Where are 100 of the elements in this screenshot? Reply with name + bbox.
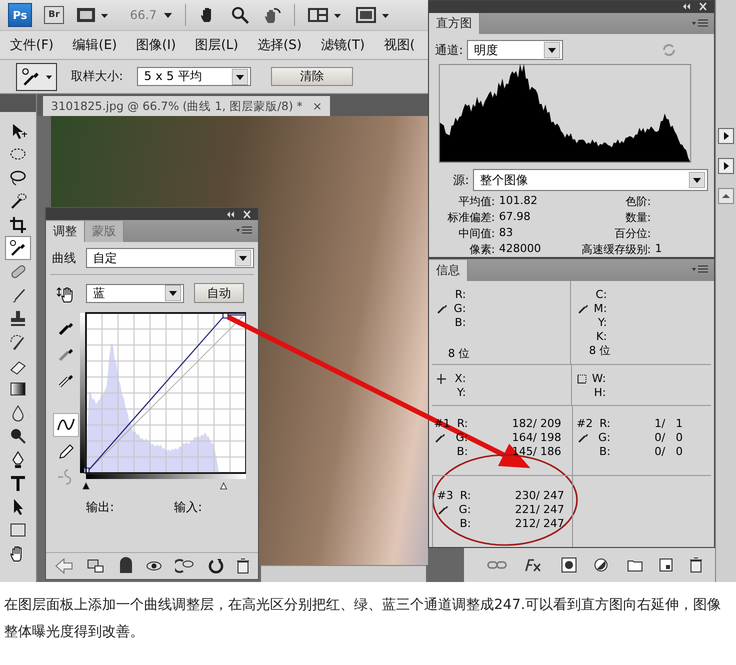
stat-label: 标准偏差: [446,210,495,225]
stat-label: 百分位: [613,226,651,241]
menu-item[interactable]: 选择(S) [257,36,302,54]
sample-value: 164/ 198 [512,430,562,444]
eyedropper-icon [436,302,448,314]
stat-value: 67.98 [498,210,532,225]
stat-label: 中间值: [457,226,495,241]
curve-icon[interactable] [54,414,78,436]
channel-dropdown[interactable]: 蓝 [86,284,184,302]
channel-label: G: [452,302,466,314]
sample-value: 230/ 247 [515,488,564,502]
sample-value: 212/ 247 [515,516,564,530]
sample-value: 221/ 247 [515,502,564,516]
menu-item[interactable]: 图像(I) [136,36,176,54]
eyedropper-icon [577,302,589,314]
folder-icon[interactable] [627,558,643,572]
reset-icon[interactable] [208,558,224,574]
menu-icon[interactable] [236,226,252,236]
output-label: 输出: [86,499,114,516]
selection-size-icon [576,372,588,384]
search-icon[interactable] [230,5,250,25]
layout-icon[interactable] [306,6,343,24]
caret-icon [165,285,181,301]
eyedropper-icon[interactable] [6,237,30,259]
menu-item[interactable]: 文件(F) [10,36,54,54]
trash-icon[interactable] [689,557,703,573]
caret-icon [162,11,173,19]
collapse-close-icon[interactable] [682,2,708,12]
play-icon[interactable] [718,128,734,144]
size-label: H: [593,386,606,398]
shadow-input-slider[interactable] [82,482,90,490]
channel-label: B: [456,444,468,458]
layer-visibility-icon[interactable] [118,557,133,575]
channel-label: R: [456,416,468,430]
stat-value: 101.82 [498,194,538,209]
channel-label: M: [592,302,607,314]
mask-icon[interactable] [561,557,577,573]
stat-label: 高速缓存级别: [580,242,651,257]
control-point[interactable] [84,468,90,474]
source-dropdown[interactable]: 整个图像 [473,169,708,191]
menu-icon[interactable] [692,18,708,29]
menu-icon[interactable] [692,265,708,275]
channel-label: R: [458,488,471,502]
channel-label: 通道: [435,42,464,59]
play-icon[interactable] [718,158,734,174]
input-label: 输入: [174,499,202,516]
auto-button[interactable]: 自动 [194,283,244,303]
channel-label: R: [454,288,466,300]
menu-item[interactable]: 图层(L) [194,36,238,54]
stat-label: 平均值: [457,194,495,209]
tool-preset-picker[interactable] [16,62,57,90]
channel-dropdown[interactable]: 明度 [467,40,564,60]
source-label: 源: [453,172,470,188]
highlight-input-slider[interactable] [220,482,228,490]
screen-mode-icon[interactable] [354,6,391,24]
film-strip-icon[interactable] [76,6,110,24]
sample-size-label: 取样大小: [71,68,124,85]
previous-state-icon[interactable] [175,558,196,574]
trash-icon[interactable] [236,558,250,574]
stat-label: 色阶: [624,194,651,209]
channel-label: Y: [597,316,607,328]
sample-size-dropdown[interactable]: 5 x 5 平均 [137,67,252,86]
panel-tab[interactable]: 直方图 [429,13,480,34]
panel-tab[interactable]: 调整 [46,221,85,242]
caption-text: 在图层面板上添加一个曲线调整层，在高光区分别把红、绿、蓝三个通道调整成247.可以看到直方图向右延伸，图像整体曝光度得到改善。 [3,596,722,642]
caret-icon [232,68,248,84]
document-tab[interactable]: 3101825.jpg @ 66.7% (曲线 1, 图层蒙版/8) * × [43,96,330,116]
control-point[interactable] [222,312,228,318]
scroll-up-icon[interactable] [718,188,734,204]
panel-tab[interactable]: 信息 [429,260,468,281]
menu-item[interactable]: 视图( [384,36,415,54]
clip-layer-icon[interactable] [86,558,106,574]
collapse-close-icon[interactable] [226,210,252,218]
eye-icon[interactable] [144,559,163,573]
link-icon[interactable] [487,559,507,571]
app-logo[interactable]: Ps [8,3,32,27]
channel-label: B: [598,444,610,458]
clear-button[interactable]: 清除 [271,67,354,86]
coordinate-label: Y: [456,386,466,398]
bridge-button[interactable]: Br [44,6,64,24]
menu-item[interactable]: 滤镜(T) [320,36,365,54]
horizontal-scrollbar[interactable] [261,565,426,582]
sample-value: 1/ 1 [654,416,683,430]
channel-label: R: [598,416,610,430]
stat-label: 像素: [468,242,495,257]
back-arrow-icon[interactable] [54,558,74,574]
stat-value: 428000 [498,242,542,257]
preset-dropdown[interactable]: 自定 [86,248,254,268]
menu-item[interactable]: 编辑(E) [72,36,117,54]
sample-value: 182/ 209 [512,416,562,430]
sampler-number: #3 [437,488,454,502]
channel-label: K: [595,330,607,342]
eyedropper-icon [434,431,446,443]
channel-label: G: [458,502,471,516]
channel-label: B: [458,516,471,530]
new-layer-icon[interactable] [659,558,673,572]
caret-icon [235,250,251,266]
stat-value: 1 [655,242,662,255]
eyedropper-icon [576,431,588,443]
stat-value: 83 [498,226,514,241]
